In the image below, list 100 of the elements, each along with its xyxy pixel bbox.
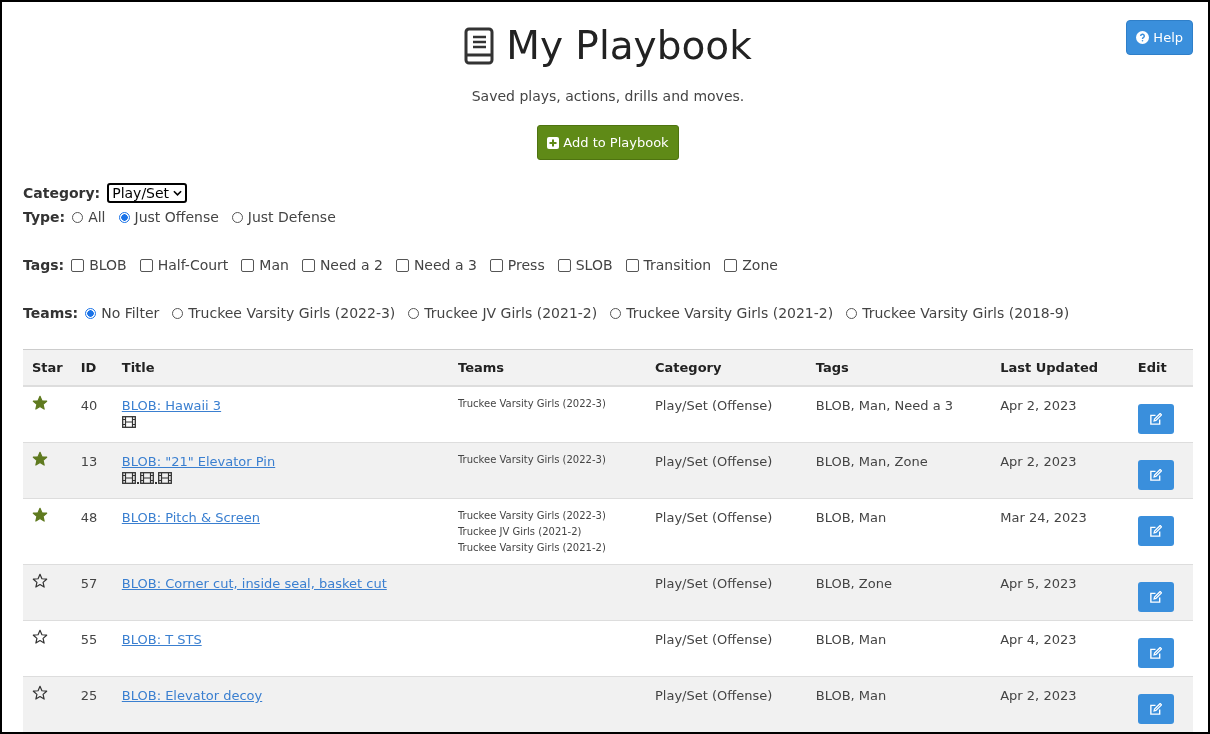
edit-icon — [1149, 412, 1163, 426]
date-cell: Apr 2, 2023 — [991, 386, 1129, 443]
play-title-link[interactable]: BLOB: Pitch & Screen — [121, 510, 260, 525]
tag-checkbox[interactable] — [139, 258, 153, 272]
date-cell: Apr 4, 2023 — [991, 620, 1129, 677]
tags-cell: BLOB, Zone — [806, 564, 992, 621]
edit-button[interactable] — [1137, 460, 1174, 490]
type-option-label[interactable]: All — [88, 209, 106, 225]
play-title-link[interactable]: BLOB: T STS — [121, 632, 202, 647]
book-icon — [464, 27, 495, 65]
play-title-link[interactable]: BLOB: Elevator decoy — [121, 688, 263, 703]
column-header: Edit — [1128, 349, 1193, 386]
team-name: Truckee Varsity Girls (2022-3) — [458, 397, 607, 411]
edit-button[interactable] — [1137, 404, 1174, 434]
edit-icon — [1149, 590, 1163, 604]
team-option-label[interactable]: Truckee JV Girls (2021-2) — [424, 305, 598, 321]
team-option-label[interactable]: Truckee Varsity Girls (2021-2) — [626, 305, 834, 321]
team-name: Truckee JV Girls (2021-2) — [458, 525, 583, 539]
column-header: ID — [71, 349, 113, 386]
edit-icon — [1149, 702, 1163, 716]
tag-option-label[interactable]: Man — [259, 257, 289, 273]
category-cell: Play/Set (Offense) — [646, 620, 807, 677]
plus-square-icon — [547, 136, 560, 149]
category-label: Category: — [23, 185, 101, 201]
team-option-label[interactable]: No Filter — [101, 305, 160, 321]
date-cell: Mar 24, 2023 — [991, 498, 1129, 565]
tag-option-label[interactable]: Need a 3 — [413, 257, 477, 273]
team-name: Truckee Varsity Girls (2022-3) — [458, 453, 607, 467]
id-cell: 48 — [71, 498, 113, 565]
tag-option-label[interactable]: Zone — [742, 257, 778, 273]
category-cell: Play/Set (Offense) — [646, 442, 807, 499]
tag-checkbox[interactable] — [724, 258, 738, 272]
film-icon[interactable] — [121, 416, 136, 428]
star-icon[interactable] — [32, 451, 48, 467]
date-cell: Apr 2, 2023 — [991, 442, 1129, 499]
edit-icon — [1149, 646, 1163, 660]
team-name: Truckee Varsity Girls (2022-3) — [458, 509, 607, 523]
column-header: Title — [112, 349, 449, 386]
tag-checkbox[interactable] — [241, 258, 255, 272]
category-cell: Play/Set (Offense) — [646, 498, 807, 565]
star-icon[interactable] — [32, 507, 48, 523]
tag-option-label[interactable]: Transition — [643, 257, 712, 273]
tag-checkbox[interactable] — [395, 258, 409, 272]
play-title-link[interactable]: BLOB: Hawaii 3 — [121, 398, 222, 413]
film-icon[interactable] — [121, 472, 136, 484]
id-cell: 55 — [71, 620, 113, 677]
category-dropdown[interactable]: Play/Set — [107, 183, 188, 203]
team-radio[interactable] — [85, 307, 97, 319]
tag-checkbox[interactable] — [625, 258, 639, 272]
star-icon[interactable] — [32, 629, 48, 645]
category-cell: Play/Set (Offense) — [646, 386, 807, 443]
page-title: My Playbook — [506, 24, 752, 68]
star-icon[interactable] — [32, 685, 48, 701]
tag-checkbox[interactable] — [71, 258, 85, 272]
tags-label: Tags: — [23, 257, 65, 273]
tag-option-label[interactable]: Need a 2 — [319, 257, 383, 273]
id-cell: 40 — [71, 386, 113, 443]
edit-button[interactable] — [1137, 638, 1174, 668]
column-header: Last Updated — [991, 349, 1129, 386]
date-cell: Apr 2, 2023 — [991, 676, 1129, 732]
tag-checkbox[interactable] — [557, 258, 571, 272]
star-icon[interactable] — [32, 395, 48, 411]
tag-option-label[interactable]: Press — [507, 257, 545, 273]
edit-icon — [1149, 468, 1163, 482]
add-to-playbook-button[interactable]: Add to Playbook — [537, 125, 679, 160]
team-option-label[interactable]: Truckee Varsity Girls (2018-9) — [862, 305, 1070, 321]
id-cell: 13 — [71, 442, 113, 499]
edit-button[interactable] — [1137, 516, 1174, 546]
play-title-link[interactable]: BLOB: "21" Elevator Pin — [121, 454, 276, 469]
star-icon[interactable] — [32, 573, 48, 589]
type-option-label[interactable]: Just Defense — [247, 209, 336, 225]
edit-button[interactable] — [1137, 582, 1174, 612]
tags-cell: BLOB, Man — [806, 620, 992, 677]
teams-label: Teams: — [23, 305, 79, 321]
tags-cell: BLOB, Man, Zone — [806, 442, 992, 499]
tag-option-label[interactable]: SLOB — [575, 257, 613, 273]
column-header: Category — [646, 349, 807, 386]
tag-checkbox[interactable] — [301, 258, 315, 272]
category-cell: Play/Set (Offense) — [646, 676, 807, 732]
column-header: Teams — [449, 349, 646, 386]
column-header: Star — [23, 349, 72, 386]
type-radio[interactable] — [118, 211, 130, 223]
type-option-label[interactable]: Just Offense — [134, 209, 219, 225]
film-icon[interactable] — [157, 472, 172, 484]
date-cell: Apr 5, 2023 — [991, 564, 1129, 621]
team-option-label[interactable]: Truckee Varsity Girls (2022-3) — [188, 305, 396, 321]
tag-checkbox[interactable] — [489, 258, 503, 272]
tags-cell: BLOB, Man, Need a 3 — [806, 386, 992, 443]
tag-option-label[interactable]: Half-Court — [157, 257, 229, 273]
tags-cell: BLOB, Man — [806, 498, 992, 565]
type-label: Type: — [23, 209, 66, 225]
id-cell: 25 — [71, 676, 113, 732]
film-icon[interactable] — [139, 472, 154, 484]
id-cell: 57 — [71, 564, 113, 621]
page-subtitle: Saved plays, actions, drills and moves. — [470, 88, 746, 104]
edit-button[interactable] — [1137, 694, 1174, 724]
edit-icon — [1149, 524, 1163, 538]
team-name: Truckee Varsity Girls (2021-2) — [458, 541, 607, 555]
chevron-down-icon — [173, 190, 183, 196]
tag-option-label[interactable]: BLOB — [89, 257, 127, 273]
